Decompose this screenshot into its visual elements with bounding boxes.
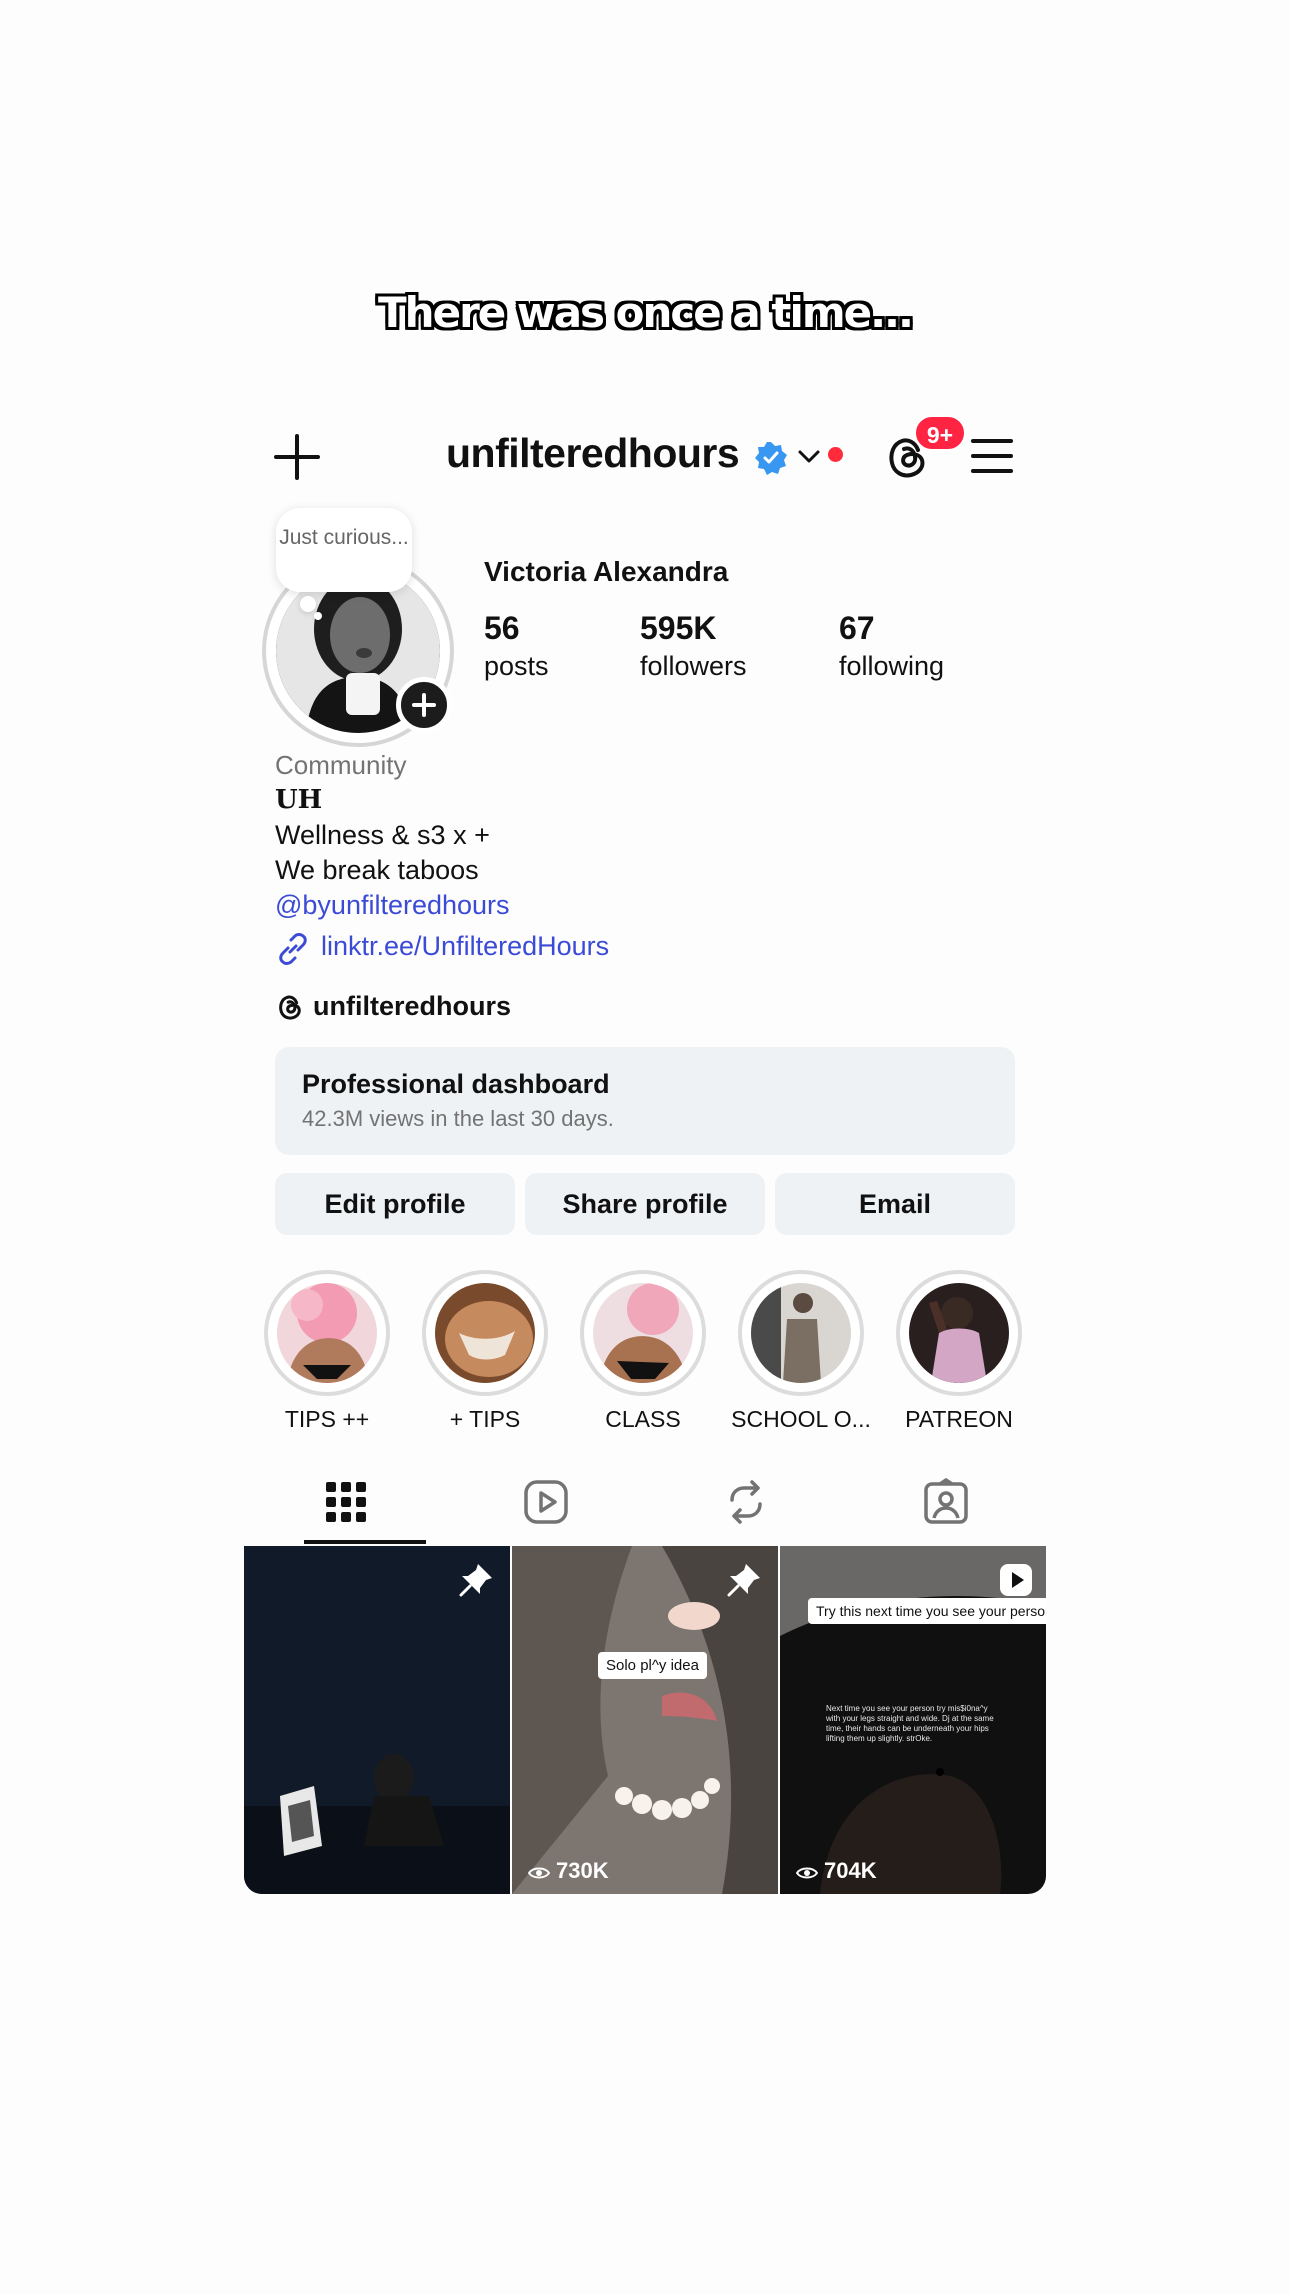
- highlight-school[interactable]: SCHOOL O...: [731, 1270, 871, 1433]
- stat-following[interactable]: 67 following: [839, 610, 944, 682]
- menu-icon[interactable]: [970, 436, 1014, 476]
- highlight-cover-art: [435, 1283, 535, 1383]
- highlight-ring: [422, 1270, 548, 1396]
- full-name: Victoria Alexandra: [484, 556, 729, 587]
- profile-tabs: [244, 1460, 1046, 1544]
- highlight-cover: [277, 1283, 377, 1383]
- highlight-ring: [264, 1270, 390, 1396]
- account-alert-dot: [828, 447, 843, 462]
- view-count-text: 730K: [556, 1858, 609, 1883]
- highlight-cover-art: [751, 1283, 851, 1383]
- video-caption: There was once a time...: [378, 288, 914, 337]
- highlight-cover: [593, 1283, 693, 1383]
- highlight-ring: [896, 1270, 1022, 1396]
- post-tile[interactable]: Try this next time you see your person N…: [780, 1546, 1046, 1894]
- edit-profile-button[interactable]: Edit profile: [275, 1173, 515, 1235]
- post-body-text: Next time you see your person try mis$i0…: [826, 1704, 994, 1743]
- followers-count: 595K: [640, 610, 717, 646]
- threads-icon: [279, 995, 301, 1020]
- pin-icon: [459, 1564, 492, 1597]
- view-count: 704K: [795, 1858, 877, 1884]
- pin-icon: [727, 1564, 760, 1597]
- highlight-tips-plus[interactable]: TIPS ++: [264, 1270, 390, 1433]
- bio-category: Community: [275, 750, 407, 780]
- bio-line-2: We break taboos: [275, 855, 479, 885]
- link-icon: [279, 933, 307, 965]
- posts-label: posts: [484, 651, 549, 681]
- highlight-cover: [435, 1283, 535, 1383]
- posts-count: 56: [484, 610, 520, 646]
- add-story-button[interactable]: [396, 677, 452, 733]
- bio-line-1: Wellness & s3 x +: [275, 820, 490, 850]
- note-bubble-tail-small: [314, 612, 322, 620]
- highlight-cover: [909, 1283, 1009, 1383]
- highlight-class[interactable]: CLASS: [580, 1270, 706, 1433]
- profile-header-bar: unfilteredhours 9+: [0, 415, 1290, 498]
- link-text[interactable]: linktr.ee/UnfilteredHours: [321, 931, 609, 962]
- email-button[interactable]: Email: [775, 1173, 1015, 1235]
- views-eye-icon: [795, 1867, 819, 1879]
- highlight-ring: [738, 1270, 864, 1396]
- highlight-ring: [580, 1270, 706, 1396]
- verified-badge-icon: [755, 442, 787, 475]
- username-title[interactable]: unfilteredhours: [446, 430, 740, 477]
- chevron-down-icon[interactable]: [796, 444, 822, 470]
- reel-play-icon: [1000, 1564, 1032, 1596]
- share-profile-button[interactable]: Share profile: [525, 1173, 765, 1235]
- following-count: 67: [839, 610, 875, 646]
- view-count-text: 704K: [824, 1858, 877, 1883]
- followers-label: followers: [640, 651, 747, 681]
- post-overlay-text: Solo pl^y idea: [598, 1652, 707, 1679]
- grid-icon[interactable]: [322, 1478, 370, 1526]
- post-tile[interactable]: Solo pl^y idea 730K: [512, 1546, 778, 1894]
- highlight-patreon[interactable]: PATREON: [896, 1270, 1022, 1433]
- following-label: following: [839, 651, 945, 681]
- threads-handle[interactable]: unfilteredhours: [313, 991, 511, 1022]
- view-count: 730K: [527, 1858, 609, 1884]
- posts-grid: Solo pl^y idea 730K Try this next time y…: [244, 1546, 1046, 1894]
- professional-dashboard[interactable]: Professional dashboard 42.3M views in th…: [275, 1047, 1015, 1155]
- note-bubble-tail: [300, 596, 316, 612]
- plus-icon: [412, 693, 436, 717]
- highlight-cover-art: [593, 1283, 693, 1383]
- profile-note[interactable]: Just curious...: [276, 508, 412, 592]
- post-tile[interactable]: [244, 1546, 510, 1894]
- reels-icon[interactable]: [522, 1478, 570, 1526]
- stat-posts[interactable]: 56 posts: [484, 610, 549, 682]
- highlight-label: PATREON: [905, 1406, 1013, 1432]
- stat-followers[interactable]: 595K followers: [640, 610, 747, 682]
- views-eye-icon: [527, 1867, 551, 1879]
- post-overlay-text: Try this next time you see your person: [808, 1598, 1046, 1624]
- highlight-cover-art: [277, 1283, 377, 1383]
- highlight-cover-art: [909, 1283, 1009, 1383]
- dashboard-subtitle: 42.3M views in the last 30 days.: [302, 1106, 614, 1131]
- bio-title: UH: [275, 785, 323, 815]
- active-tab-indicator: [304, 1540, 426, 1544]
- highlight-cover: [751, 1283, 851, 1383]
- reposts-icon[interactable]: [722, 1478, 770, 1526]
- bio-mention-link[interactable]: @byunfilteredhours: [275, 888, 1035, 923]
- notification-badge: 9+: [914, 415, 966, 451]
- dashboard-title: Professional dashboard: [302, 1069, 610, 1099]
- highlight-plus-tips[interactable]: + TIPS: [422, 1270, 548, 1433]
- tagged-icon[interactable]: [922, 1478, 970, 1526]
- profile-bio: Community UH Wellness & s3 x + We break …: [275, 748, 1035, 923]
- plus-icon[interactable]: [272, 432, 322, 482]
